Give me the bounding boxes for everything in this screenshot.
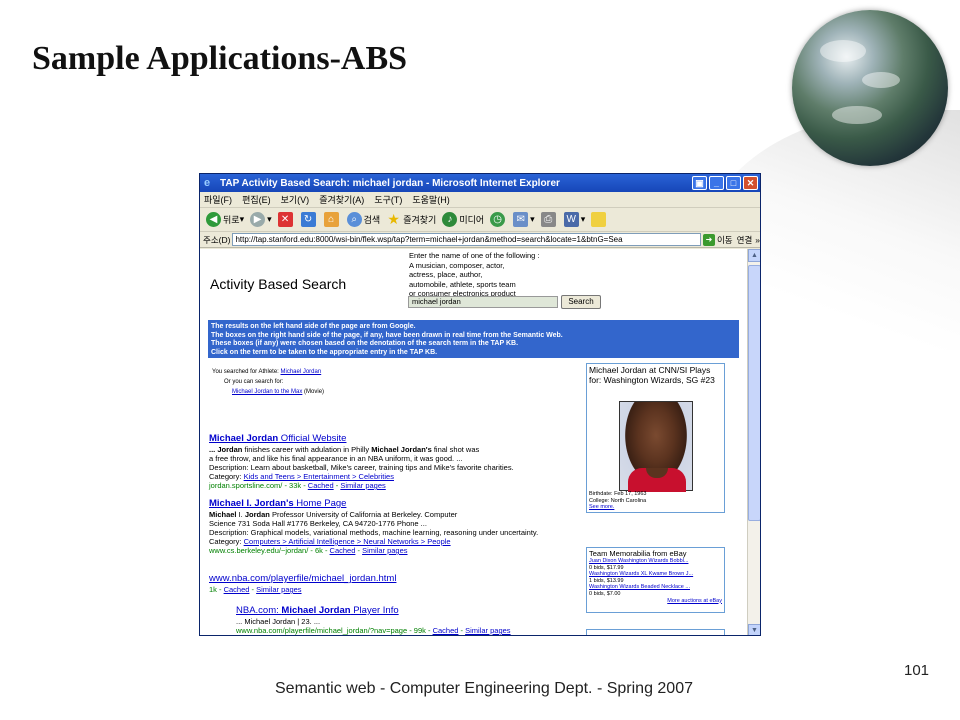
menu-favorites[interactable]: 즐겨찾기(A) — [319, 193, 364, 206]
history-icon: ◷ — [490, 212, 506, 227]
player-photo — [619, 401, 693, 492]
edit-button[interactable]: W ▾ — [563, 212, 585, 227]
search-instructions: Enter the name of one of the following :… — [409, 251, 540, 298]
stop-icon: ✕ — [277, 212, 293, 227]
folder-icon — [591, 212, 607, 227]
page-heading: Activity Based Search — [210, 276, 347, 292]
maximize-button[interactable]: □ — [726, 176, 741, 190]
stop-button[interactable]: ✕ — [277, 212, 295, 227]
chevron-right-icon[interactable]: » — [755, 235, 760, 245]
player-box-title: Michael Jordan at CNN/SI Plays for: Wash… — [589, 365, 715, 385]
search-button[interactable]: Search — [561, 295, 601, 309]
ebay-box-title: Team Memorabilia from eBay — [589, 549, 687, 558]
forward-arrow-icon: ▶ — [250, 212, 266, 227]
ebay-item-link[interactable]: Juan Dixon Washington Wizards Bobbl... — [589, 558, 722, 565]
history-button[interactable]: ◷ — [490, 212, 507, 227]
close-button[interactable]: ✕ — [743, 176, 758, 190]
result-2: Michael I. Jordan's Home Page Michael I.… — [209, 498, 581, 555]
home-icon: ⌂ — [323, 212, 339, 227]
athlete-link[interactable]: Michael Jordan — [281, 369, 322, 375]
menu-file[interactable]: 파일(F) — [204, 193, 232, 206]
similar-pages-link[interactable]: Similar pages — [256, 585, 301, 594]
cached-link[interactable]: Cached — [308, 481, 334, 490]
cached-link[interactable]: Cached — [433, 626, 459, 635]
minimize-button[interactable]: _ — [709, 176, 724, 190]
mail-icon: ✉ — [513, 212, 529, 227]
word-icon: W — [563, 212, 579, 227]
go-arrow-icon: ➜ — [702, 233, 715, 246]
vertical-scrollbar[interactable]: ▲ ▼ — [747, 249, 760, 635]
player-details: Birthdate: Feb 17, 1963 College: North C… — [589, 491, 647, 511]
scroll-down-icon[interactable]: ▼ — [748, 624, 760, 635]
more-auctions-link[interactable]: More auctions at eBay — [589, 598, 722, 605]
home-button[interactable]: ⌂ — [323, 212, 341, 227]
back-arrow-icon: ◀ — [206, 212, 221, 227]
globe-image — [792, 10, 948, 166]
toolbar: ◀ 뒤로 ▾ ▶ ▾ ✕ ↻ ⌂ ⌕ 검색 ★ 즐겨찾기 ♪ 미디어 ◷ ✉ ▾ ⎙ W… — [200, 208, 760, 232]
see-more-link[interactable]: See more. — [589, 504, 646, 511]
browser-window: e TAP Activity Based Search: michael jor… — [199, 173, 761, 636]
ebay-item-link[interactable]: Washington Wizards XL Kwame Brown J... — [589, 571, 722, 578]
media-button[interactable]: ♪ 미디어 — [442, 212, 484, 227]
result-title-link[interactable]: www.nba.com/playerfile/michael_jordan.ht… — [209, 573, 581, 585]
similar-pages-link[interactable]: Similar pages — [340, 481, 385, 490]
menu-tools[interactable]: 도구(T) — [374, 193, 402, 206]
menu-help[interactable]: 도움말(H) — [412, 193, 449, 206]
page-number: 101 — [904, 662, 930, 679]
ebay-item-bids: 0 bids, $17.99 — [589, 564, 624, 571]
scroll-up-icon[interactable]: ▲ — [748, 249, 760, 262]
refresh-button[interactable]: ↻ — [300, 212, 318, 227]
result-title-link[interactable]: Michael I. Jordan's Home Page — [209, 498, 581, 510]
ebay-item-link[interactable]: Washington Wizards Beaded Necklace ... — [589, 584, 722, 591]
refresh-icon: ↻ — [300, 212, 316, 227]
cached-link[interactable]: Cached — [330, 546, 356, 555]
window-titlebar: e TAP Activity Based Search: michael jor… — [200, 174, 760, 192]
search-icon: ⌕ — [346, 212, 362, 227]
ie-icon: e — [204, 177, 211, 189]
menu-edit[interactable]: 편집(E) — [242, 193, 271, 206]
result-4: NBA.com: Michael Jordan Player Info ... … — [236, 605, 581, 635]
menu-view[interactable]: 보기(V) — [281, 193, 310, 206]
similar-pages-link[interactable]: Similar pages — [465, 626, 510, 635]
partial-box — [586, 629, 725, 635]
result-title-link[interactable]: NBA.com: Michael Jordan Player Info — [236, 605, 581, 617]
forward-button[interactable]: ▶ ▾ — [250, 212, 272, 227]
cached-link[interactable]: Cached — [224, 585, 250, 594]
result-1: Michael Jordan Official Website ... Jord… — [209, 433, 581, 490]
movie-link[interactable]: Michael Jordan to the Max — [232, 389, 302, 395]
you-searched: You searched for Athlete: Michael Jordan… — [212, 369, 325, 395]
info-banner: The results on the left hand side of the… — [208, 320, 739, 358]
page-viewport: Activity Based Search Enter the name of … — [200, 249, 747, 635]
search-button-toolbar[interactable]: ⌕ 검색 — [346, 212, 380, 227]
search-input[interactable]: michael jordan — [408, 296, 558, 308]
menu-bar: 파일(F) 편집(E) 보기(V) 즐겨찾기(A) 도구(T) 도움말(H) — [200, 192, 760, 208]
similar-pages-link[interactable]: Similar pages — [362, 546, 407, 555]
back-button[interactable]: ◀ 뒤로 ▾ — [206, 212, 244, 227]
ebay-item-bids: 0 bids, $7.00 — [589, 590, 621, 597]
category-link[interactable]: Kids and Teens > Entertainment > Celebri… — [244, 472, 394, 481]
favorites-button[interactable]: ★ 즐겨찾기 — [386, 212, 436, 227]
media-icon: ♪ — [442, 212, 458, 227]
print-button[interactable]: ⎙ — [540, 212, 558, 227]
address-input[interactable]: http://tap.stanford.edu:8000/wsi-bin/fle… — [232, 233, 701, 246]
restore-icon[interactable]: ▣ — [692, 176, 707, 190]
slide-footer: Semantic web - Computer Engineering Dept… — [275, 680, 693, 697]
category-link[interactable]: Computers > Artificial Intelligence > Ne… — [244, 537, 451, 546]
result-title-link[interactable]: Michael Jordan Official Website — [209, 433, 581, 445]
result-3: www.nba.com/playerfile/michael_jordan.ht… — [209, 573, 581, 594]
address-bar: 주소(D) http://tap.stanford.edu:8000/wsi-b… — [200, 232, 760, 248]
star-icon: ★ — [387, 211, 400, 227]
slide-title: Sample Applications-ABS — [32, 40, 408, 77]
ebay-item-bids: 1 bids, $13.99 — [589, 577, 624, 584]
print-icon: ⎙ — [540, 212, 556, 227]
go-button[interactable]: ➜ 이동 — [702, 233, 733, 246]
ebay-box: Team Memorabilia from eBay Juan Dixon Wa… — [586, 547, 725, 613]
player-info-box: Michael Jordan at CNN/SI Plays for: Wash… — [586, 363, 725, 513]
address-label: 주소(D) — [203, 234, 231, 245]
mail-button[interactable]: ✉ ▾ — [513, 212, 535, 227]
folder-button[interactable] — [591, 212, 608, 227]
scroll-thumb[interactable] — [748, 265, 760, 521]
window-title: TAP Activity Based Search: michael jorda… — [220, 177, 560, 189]
links-label[interactable]: 연결 — [737, 234, 753, 246]
